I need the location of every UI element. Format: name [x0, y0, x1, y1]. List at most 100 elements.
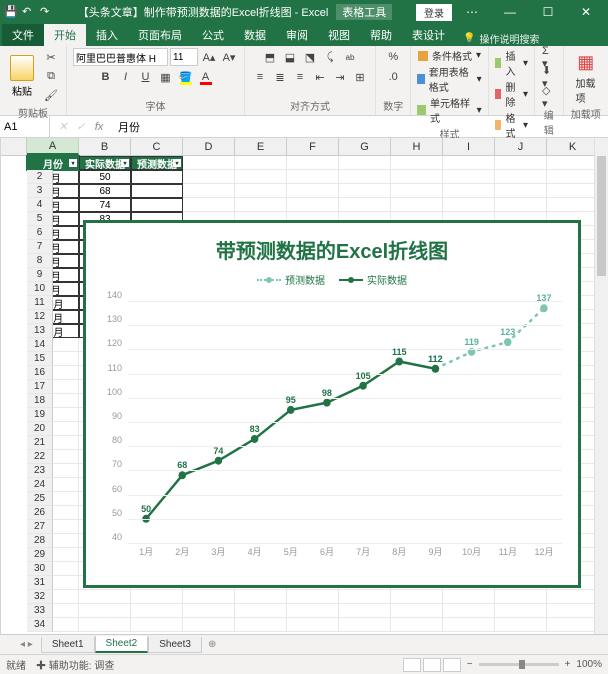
cell[interactable]	[495, 604, 547, 618]
align-right-icon[interactable]: ≡	[291, 68, 309, 86]
addins-button[interactable]: ▦ 加载项	[570, 48, 603, 105]
row-header-12[interactable]: 12	[27, 310, 53, 324]
chart-title[interactable]: 带预测数据的Excel折线图	[86, 223, 578, 268]
plot-area[interactable]: 405060708090100110120130140 112119123137…	[98, 295, 566, 563]
tab-表设计[interactable]: 表设计	[402, 24, 455, 46]
delete-cells-button[interactable]: 删除 ▾	[495, 79, 528, 109]
cell[interactable]	[547, 604, 599, 618]
merge-button[interactable]: ⊞	[351, 68, 369, 86]
cell[interactable]	[495, 184, 547, 198]
row-header-9[interactable]: 9	[27, 268, 53, 282]
cell[interactable]	[183, 184, 235, 198]
tell-me-search[interactable]: 💡 操作说明搜索	[463, 31, 539, 46]
tab-审阅[interactable]: 审阅	[276, 24, 318, 46]
cut-icon[interactable]: ✂	[42, 48, 60, 66]
underline-icon[interactable]: U	[137, 68, 155, 86]
row-header-29[interactable]: 29	[27, 548, 53, 562]
cell[interactable]	[131, 618, 183, 632]
cell[interactable]	[235, 590, 287, 604]
row-header-26[interactable]: 26	[27, 506, 53, 520]
tab-公式[interactable]: 公式	[192, 24, 234, 46]
border-icon[interactable]: ▦	[157, 68, 175, 86]
cell[interactable]	[235, 198, 287, 212]
login-button[interactable]: 登录	[416, 4, 452, 21]
cell[interactable]	[131, 184, 183, 198]
cell[interactable]	[339, 590, 391, 604]
cell[interactable]	[183, 604, 235, 618]
cell[interactable]	[339, 170, 391, 184]
conditional-format-button[interactable]: 条件格式 ▾	[418, 48, 481, 63]
chart-legend[interactable]: 预测数据 实际数据	[86, 268, 578, 295]
select-all-corner[interactable]	[1, 138, 27, 156]
cell[interactable]	[443, 184, 495, 198]
cell[interactable]	[183, 590, 235, 604]
cell[interactable]	[79, 604, 131, 618]
cell[interactable]	[235, 156, 287, 170]
cell[interactable]	[287, 170, 339, 184]
font-size-select[interactable]	[170, 48, 198, 66]
sheet-tab-Sheet2[interactable]: Sheet2	[95, 636, 149, 653]
row-header-32[interactable]: 32	[27, 590, 53, 604]
cell[interactable]	[391, 618, 443, 632]
col-header-G[interactable]: G	[339, 138, 391, 155]
row-header-22[interactable]: 22	[27, 450, 53, 464]
maximize-icon[interactable]: ☐	[530, 2, 566, 22]
cell[interactable]	[339, 156, 391, 170]
row-header-31[interactable]: 31	[27, 576, 53, 590]
cell[interactable]	[131, 604, 183, 618]
row-header-6[interactable]: 6	[27, 226, 53, 240]
row-header-34[interactable]: 34	[27, 618, 53, 632]
cell[interactable]	[495, 156, 547, 170]
cell[interactable]	[391, 170, 443, 184]
page-layout-view-icon[interactable]	[423, 658, 441, 672]
legend-entry-actual[interactable]: 实际数据	[339, 272, 407, 287]
zoom-out-icon[interactable]: −	[467, 659, 473, 670]
row-header-15[interactable]: 15	[27, 352, 53, 366]
cell[interactable]	[235, 604, 287, 618]
sheet-nav[interactable]: ◂ ▸	[20, 639, 41, 650]
row-header-2[interactable]: 2	[27, 170, 53, 184]
cell[interactable]: 74	[79, 198, 131, 212]
cell[interactable]	[443, 604, 495, 618]
fill-color-icon[interactable]: 🪣	[177, 68, 195, 86]
insert-cells-button[interactable]: 插入 ▾	[495, 48, 528, 78]
font-color-icon[interactable]: A	[197, 68, 215, 86]
decrease-font-icon[interactable]: A▾	[220, 48, 238, 66]
fx-icon[interactable]: fx	[90, 121, 108, 133]
cell[interactable]	[287, 184, 339, 198]
cell[interactable]	[79, 590, 131, 604]
row-header-18[interactable]: 18	[27, 394, 53, 408]
align-middle-icon[interactable]: ⬓	[281, 48, 299, 66]
legend-entry-forecast[interactable]: 预测数据	[257, 272, 325, 287]
vertical-scrollbar[interactable]	[594, 138, 608, 634]
cell[interactable]: 68	[79, 184, 131, 198]
cell[interactable]	[443, 156, 495, 170]
row-header-14[interactable]: 14	[27, 338, 53, 352]
cell[interactable]	[391, 198, 443, 212]
format-painter-icon[interactable]: 🖌	[42, 86, 60, 104]
col-header-B[interactable]: B	[79, 138, 131, 155]
cell[interactable]	[339, 184, 391, 198]
cell[interactable]	[443, 198, 495, 212]
row-header-4[interactable]: 4	[27, 198, 53, 212]
number-format-icon[interactable]: %	[384, 48, 402, 66]
cell[interactable]	[287, 156, 339, 170]
col-header-A[interactable]: A	[27, 138, 79, 155]
cell[interactable]	[339, 198, 391, 212]
cell[interactable]	[287, 604, 339, 618]
cell[interactable]	[183, 618, 235, 632]
decimal-icon[interactable]: .0	[384, 68, 402, 86]
increase-indent-icon[interactable]: ⇥	[331, 68, 349, 86]
row-header-10[interactable]: 10	[27, 282, 53, 296]
tab-file[interactable]: 文件	[2, 24, 44, 46]
align-center-icon[interactable]: ≣	[271, 68, 289, 86]
increase-font-icon[interactable]: A▴	[200, 48, 218, 66]
row-header-20[interactable]: 20	[27, 422, 53, 436]
col-header-J[interactable]: J	[495, 138, 547, 155]
cell[interactable]	[131, 170, 183, 184]
cell[interactable]: 预测数据	[131, 156, 183, 170]
cell[interactable]: 50	[79, 170, 131, 184]
cell[interactable]: 实际数据	[79, 156, 131, 170]
redo-icon[interactable]: ↷	[40, 5, 54, 19]
cell[interactable]	[391, 604, 443, 618]
